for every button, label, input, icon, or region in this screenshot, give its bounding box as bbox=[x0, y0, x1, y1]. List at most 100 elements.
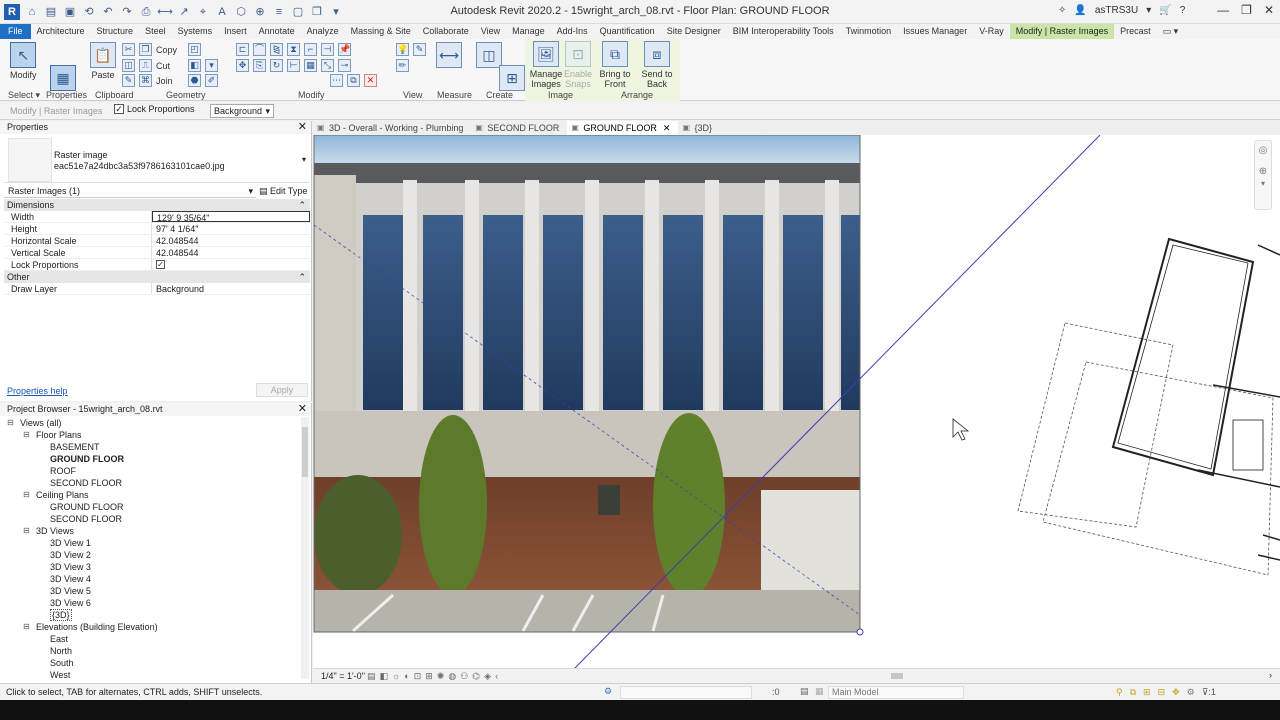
tab-architecture[interactable]: Architecture bbox=[31, 24, 91, 39]
temporary-hide-icon[interactable]: ✺ bbox=[437, 671, 445, 682]
select-links-icon[interactable]: ⚲ bbox=[1116, 687, 1123, 698]
sun-path-icon[interactable]: ☼ bbox=[392, 671, 400, 682]
split-face-icon[interactable]: ◧ bbox=[188, 59, 201, 72]
user-icon[interactable]: 👤 bbox=[1074, 5, 1086, 16]
properties-help-link[interactable]: Properties help bbox=[7, 386, 68, 396]
trim-icon[interactable]: ⌐ bbox=[304, 43, 317, 56]
drawing-canvas[interactable] bbox=[313, 135, 1280, 668]
tab-quantification[interactable]: Quantification bbox=[594, 24, 661, 39]
exchange-icon[interactable]: ✧ bbox=[1058, 5, 1066, 16]
wall-join-icon[interactable]: ◰ bbox=[188, 43, 201, 56]
tree-item-3d-view-5[interactable]: 3D View 5 bbox=[4, 585, 300, 597]
tab-file[interactable]: File bbox=[0, 24, 31, 39]
open-icon[interactable]: ▤ bbox=[43, 4, 59, 20]
tag-icon[interactable]: ⌖ bbox=[195, 4, 211, 20]
help-icon[interactable]: ? bbox=[1180, 5, 1186, 16]
select-pinned-icon[interactable]: ⊞ bbox=[1143, 687, 1151, 698]
tab-twinmotion[interactable]: Twinmotion bbox=[840, 24, 898, 39]
tree-item-second-floor[interactable]: SECOND FLOOR bbox=[4, 477, 300, 489]
paint-brush-icon[interactable]: ✐ bbox=[205, 74, 218, 87]
lock-proportions-option[interactable]: ✓ Lock Proportions bbox=[114, 104, 195, 114]
apply-button[interactable]: Apply bbox=[256, 383, 308, 397]
tree-item-basement[interactable]: BASEMENT bbox=[4, 441, 300, 453]
lock-proportions-prop-checkbox[interactable]: ✓ bbox=[156, 260, 165, 269]
properties-button[interactable]: ▦ bbox=[50, 65, 76, 93]
tree-item-3d-view-6[interactable]: 3D View 6 bbox=[4, 597, 300, 609]
trim-extend-icon[interactable]: ⊢ bbox=[287, 59, 300, 72]
tab-steel[interactable]: Steel bbox=[139, 24, 172, 39]
tree-item-ceiling-ground[interactable]: GROUND FLOOR bbox=[4, 501, 300, 513]
workset-selector[interactable] bbox=[620, 686, 752, 699]
tab-add-ins[interactable]: Add-Ins bbox=[551, 24, 594, 39]
close-tab-icon[interactable]: ✕ bbox=[663, 123, 671, 133]
enable-snaps-button[interactable]: ⊡ Enable Snaps bbox=[564, 41, 592, 89]
measure-icon[interactable]: ⟷ bbox=[157, 4, 173, 20]
tab-analyze[interactable]: Analyze bbox=[301, 24, 345, 39]
drag-elements-icon[interactable]: ✥ bbox=[1172, 687, 1180, 698]
pin-icon[interactable]: 📌 bbox=[338, 43, 351, 56]
tree-item-3d-view-4[interactable]: 3D View 4 bbox=[4, 573, 300, 585]
cut-scissors-icon[interactable]: ✂ bbox=[122, 43, 135, 56]
steering-wheel-icon[interactable]: ◎ bbox=[1255, 145, 1271, 156]
tab-systems[interactable]: Systems bbox=[172, 24, 219, 39]
paste-button[interactable]: 📋 Paste bbox=[90, 42, 116, 80]
draw-layer-select[interactable]: Background ▾ bbox=[210, 104, 274, 118]
array-linear-icon[interactable]: ⋯ bbox=[330, 74, 343, 87]
design-options-icon[interactable]: ▤ bbox=[800, 686, 809, 697]
dimension-icon[interactable]: ↗ bbox=[176, 4, 192, 20]
tree-elevations[interactable]: Elevations (Building Elevation) bbox=[4, 621, 300, 633]
navigation-bar[interactable]: ◎ ⊕ ▾ bbox=[1254, 140, 1272, 210]
copy-icon[interactable]: ❐ bbox=[139, 43, 152, 56]
unpin-icon[interactable]: ⊸ bbox=[338, 59, 351, 72]
tab-annotate[interactable]: Annotate bbox=[253, 24, 301, 39]
tab-insert[interactable]: Insert bbox=[218, 24, 253, 39]
tab-issues-manager[interactable]: Issues Manager bbox=[897, 24, 973, 39]
demolish-icon[interactable]: ⬣ bbox=[188, 74, 201, 87]
nav-dropdown-icon[interactable]: ▾ bbox=[1255, 179, 1271, 188]
crop-view-icon[interactable]: ⊡ bbox=[414, 671, 422, 682]
tree-item-west[interactable]: West bbox=[4, 669, 300, 681]
reveal-hidden-icon[interactable]: ◍ bbox=[448, 671, 456, 682]
group-other[interactable]: Other bbox=[4, 271, 310, 283]
select-by-face-icon[interactable]: ⊟ bbox=[1158, 687, 1166, 698]
tree-item-3d-view-2[interactable]: 3D View 2 bbox=[4, 549, 300, 561]
tree-ceiling-plans[interactable]: Ceiling Plans bbox=[4, 489, 300, 501]
tree-views-all[interactable]: Views (all) bbox=[4, 417, 300, 429]
copy-element-icon[interactable]: ⎘ bbox=[253, 59, 266, 72]
user-dropdown-icon[interactable]: ▾ bbox=[1146, 5, 1151, 16]
floor-plan-drawing[interactable] bbox=[1017, 237, 1280, 576]
section-icon[interactable]: ⊕ bbox=[252, 4, 268, 20]
user-name[interactable]: asTRS3U bbox=[1095, 5, 1138, 16]
send-to-back-button[interactable]: ⧈ Send to Back bbox=[640, 41, 674, 89]
filter-count[interactable]: ⊽:1 bbox=[1202, 687, 1216, 698]
tree-item-north[interactable]: North bbox=[4, 645, 300, 657]
raster-image[interactable] bbox=[313, 135, 864, 636]
draw-layer-field[interactable]: Background bbox=[152, 283, 310, 294]
tree-floor-plans[interactable]: Floor Plans bbox=[4, 429, 300, 441]
height-field[interactable]: 97' 4 1/64" bbox=[152, 223, 310, 234]
tab-manage[interactable]: Manage bbox=[506, 24, 551, 39]
analytical-icon[interactable]: ⌬ bbox=[472, 671, 480, 682]
tab-modify-raster-images[interactable]: Modify | Raster Images bbox=[1009, 24, 1115, 39]
filter-icon[interactable]: ⚙ bbox=[1187, 687, 1195, 698]
ribbon-options-icon[interactable]: ▭ ▾ bbox=[1157, 24, 1185, 39]
minimize-icon[interactable]: — bbox=[1217, 3, 1229, 17]
tree-item-3d-view-1[interactable]: 3D View 1 bbox=[4, 537, 300, 549]
tab-site-designer[interactable]: Site Designer bbox=[661, 24, 727, 39]
view-tab-second-floor[interactable]: SECOND FLOOR bbox=[471, 121, 567, 135]
tree-item-roof[interactable]: ROOF bbox=[4, 465, 300, 477]
tab-massing-site[interactable]: Massing & Site bbox=[345, 24, 417, 39]
close-hidden-icon[interactable]: ▢ bbox=[290, 4, 306, 20]
select-underlay-icon[interactable]: ⧉ bbox=[1130, 687, 1136, 698]
horizontal-scrollbar[interactable] bbox=[523, 673, 1263, 679]
modify-button[interactable]: ↖ Modify bbox=[10, 42, 37, 80]
tab-collaborate[interactable]: Collaborate bbox=[417, 24, 475, 39]
split-icon[interactable]: ⊣ bbox=[321, 43, 334, 56]
bring-to-front-button[interactable]: ⧉ Bring to Front bbox=[598, 41, 632, 89]
tab-vray[interactable]: V-Ray bbox=[973, 24, 1010, 39]
show-crop-icon[interactable]: ⊞ bbox=[425, 671, 433, 682]
save-icon[interactable]: ▣ bbox=[62, 4, 78, 20]
width-field[interactable]: 129' 9 35/64" bbox=[152, 211, 310, 223]
offset-icon[interactable]: ⌒ bbox=[253, 43, 266, 56]
shadows-icon[interactable]: ◐ bbox=[404, 671, 409, 682]
